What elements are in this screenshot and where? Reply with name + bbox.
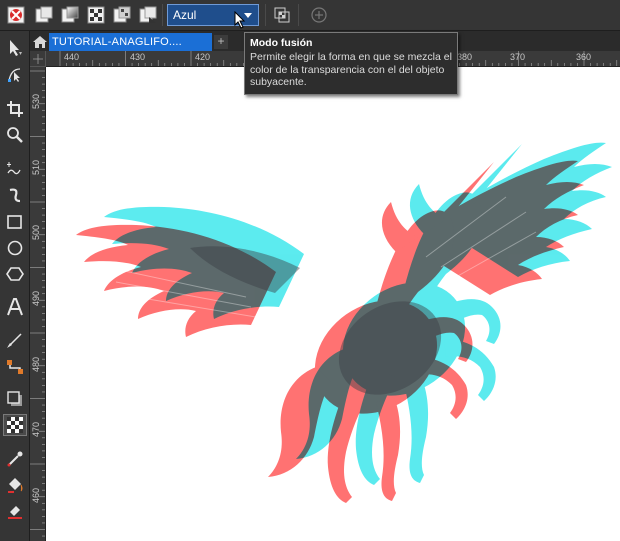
ruler-label: 430: [130, 52, 146, 62]
crop-tool-icon[interactable]: [3, 98, 27, 120]
text-tool-icon[interactable]: [3, 296, 27, 318]
ruler-label: 510: [31, 159, 41, 175]
home-icon[interactable]: [32, 34, 48, 50]
freeze-transparency-icon[interactable]: [271, 4, 293, 26]
ruler-label: 530: [31, 93, 41, 109]
parallel-dimension-icon[interactable]: [3, 329, 27, 351]
toolbar-separator: [298, 4, 299, 26]
polygon-tool-icon[interactable]: [3, 263, 27, 285]
blend-mode-tooltip: Modo fusión Permite elegir la forma en q…: [244, 32, 458, 95]
ruler-label: 500: [31, 224, 41, 240]
ruler-label: 480: [31, 356, 41, 372]
zoom-tool-icon[interactable]: [3, 124, 27, 146]
freehand-tool-icon[interactable]: [3, 158, 27, 180]
eyedropper-tool-icon[interactable]: [3, 448, 27, 470]
transparency-two-color-icon[interactable]: [137, 4, 159, 26]
drop-shadow-icon[interactable]: [3, 388, 27, 410]
add-icon[interactable]: [308, 4, 330, 26]
tooltip-description: Permite elegir la forma en que se mezcla…: [250, 51, 452, 88]
shape-tool-icon[interactable]: [3, 64, 27, 86]
tooltip-title: Modo fusión: [250, 37, 313, 49]
ruler-label: 470: [31, 421, 41, 437]
ruler-label: 360: [576, 52, 592, 62]
ellipse-tool-icon[interactable]: [3, 237, 27, 259]
add-tab-button[interactable]: +: [214, 35, 228, 49]
ruler-label: 380: [457, 52, 473, 62]
transparency-bitmap-icon[interactable]: [111, 4, 133, 26]
ruler-corner[interactable]: [30, 51, 46, 67]
toolbox: [0, 31, 30, 541]
artistic-media-icon[interactable]: [3, 184, 27, 206]
rectangle-tool-icon[interactable]: [3, 211, 27, 233]
toolbar-separator: [162, 4, 163, 26]
ruler-label: 440: [64, 52, 80, 62]
pick-tool-icon[interactable]: [3, 37, 27, 59]
anaglyph-pegasus-image: [76, 142, 612, 503]
interactive-fill-icon[interactable]: [3, 474, 27, 496]
document-tab[interactable]: TUTORIAL-ANAGLIFO....: [49, 33, 212, 51]
transparency-uniform-icon[interactable]: [33, 4, 55, 26]
toolbar-separator: [265, 4, 266, 26]
transparency-tool-icon[interactable]: [3, 414, 27, 436]
ruler-label: 420: [195, 52, 211, 62]
property-bar: Azul: [0, 0, 620, 31]
mouse-cursor-icon: [234, 10, 246, 34]
vertical-ruler[interactable]: 530 510 500 490 480 470 460: [30, 67, 46, 541]
ruler-label: 490: [31, 290, 41, 306]
drawing-canvas[interactable]: [46, 67, 620, 541]
ruler-label: 370: [510, 52, 526, 62]
blend-mode-value: Azul: [173, 8, 197, 22]
corel-draw-window: Azul Modo fusión Permite elegir la forma…: [0, 0, 620, 541]
transparency-none-icon[interactable]: [5, 4, 27, 26]
ruler-label: 460: [31, 487, 41, 503]
transparency-fountain-icon[interactable]: [59, 4, 81, 26]
smart-fill-icon[interactable]: [3, 500, 27, 522]
connector-tool-icon[interactable]: [3, 356, 27, 378]
transparency-pattern-icon[interactable]: [85, 4, 107, 26]
